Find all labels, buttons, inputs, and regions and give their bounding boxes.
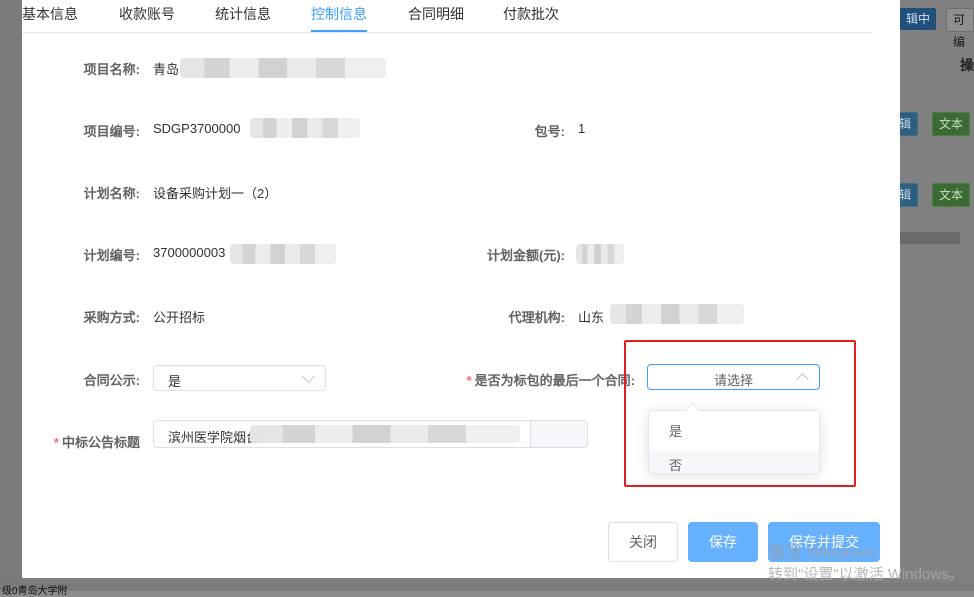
last-contract-label-text: 是否为标包的最后一个合同:	[474, 373, 635, 388]
last-contract-dropdown: 是 否	[648, 402, 820, 474]
contract-publicity-label: 合同公示:	[83, 373, 140, 388]
dropdown-option-no[interactable]: 否	[649, 451, 819, 473]
tab-bar: 基本信息 收款账号 统计信息 控制信息 合同明细 付款批次	[22, 0, 872, 33]
bid-notice-title-label-text: 中标公告标题	[61, 435, 140, 450]
contract-publicity-selected: 是	[168, 374, 182, 389]
activation-watermark-hint: 转到"设置"以激活 Windows。	[768, 566, 964, 583]
project-no-label: 项目编号:	[83, 124, 140, 139]
tab-basic-info[interactable]: 基本信息	[22, 4, 78, 24]
last-contract-select[interactable]: 请选择	[647, 364, 820, 390]
background-tag-editable: 可编	[946, 8, 974, 49]
required-asterisk: *	[53, 435, 59, 450]
bid-notice-title-value: 滨州医学院烟台	[168, 430, 260, 445]
background-bottom-bar	[0, 583, 974, 591]
background-operations-header: 操	[960, 57, 974, 73]
package-no-value: 1	[578, 121, 586, 136]
package-no-label: 包号:	[534, 124, 565, 139]
input-suffix[interactable]	[530, 421, 587, 447]
last-contract-label: * 是否为标包的最后一个合同:	[422, 370, 635, 389]
background-tag-editing: 辑中	[900, 8, 937, 30]
agency-label: 代理机构:	[508, 310, 565, 325]
plan-no-label: 计划编号:	[83, 248, 140, 263]
tab-payment-account[interactable]: 收款账号	[119, 4, 175, 24]
active-tab-indicator	[311, 30, 367, 32]
tab-payment-batches[interactable]: 付款批次	[503, 4, 559, 24]
background-left-strip	[0, 0, 22, 591]
dropdown-option-yes[interactable]: 是	[649, 417, 819, 447]
redacted-blur	[250, 118, 360, 138]
tab-statistics[interactable]: 统计信息	[215, 4, 271, 24]
redacted-blur	[610, 304, 744, 324]
redacted-blur	[250, 425, 520, 443]
background-bottom-text: 级0青岛大学附	[2, 586, 68, 597]
last-contract-placeholder: 请选择	[713, 373, 753, 388]
save-button[interactable]: 保存	[688, 522, 758, 562]
background-scrollbar	[900, 232, 960, 244]
redacted-blur	[230, 244, 336, 264]
plan-name-label: 计划名称:	[83, 186, 140, 201]
contract-publicity-select[interactable]: 是	[153, 365, 326, 391]
close-button[interactable]: 关闭	[608, 522, 678, 562]
bid-notice-title-label: * 中标公告标题	[42, 432, 140, 451]
tab-control-info[interactable]: 控制信息	[311, 4, 367, 24]
plan-name-value: 设备采购计划一（2）	[153, 186, 278, 201]
purchase-method-value: 公开招标	[153, 310, 206, 325]
background-text-tag: 文本	[932, 112, 971, 136]
project-no-value: SDGP3700000	[153, 121, 241, 136]
control-info-dialog: 基本信息 收款账号 统计信息 控制信息 合同明细 付款批次 项目名称: 青岛 项…	[22, 0, 900, 578]
background-text-tag: 文本	[932, 183, 971, 207]
purchase-method-label: 采购方式:	[83, 310, 140, 325]
activation-watermark-title: 激活 Windows	[768, 543, 876, 562]
background-right-panel	[900, 0, 974, 591]
agency-value: 山东	[578, 310, 605, 325]
plan-amount-label: 计划金额(元):	[487, 248, 565, 263]
required-asterisk: *	[466, 373, 472, 388]
project-name-label: 项目名称:	[83, 62, 140, 77]
project-name-value: 青岛	[153, 62, 180, 77]
redacted-blur	[180, 58, 386, 78]
tab-contract-details[interactable]: 合同明细	[408, 4, 464, 24]
plan-no-value: 3700000003	[153, 245, 226, 260]
redacted-blur	[576, 244, 624, 264]
chevron-down-icon	[302, 370, 315, 383]
